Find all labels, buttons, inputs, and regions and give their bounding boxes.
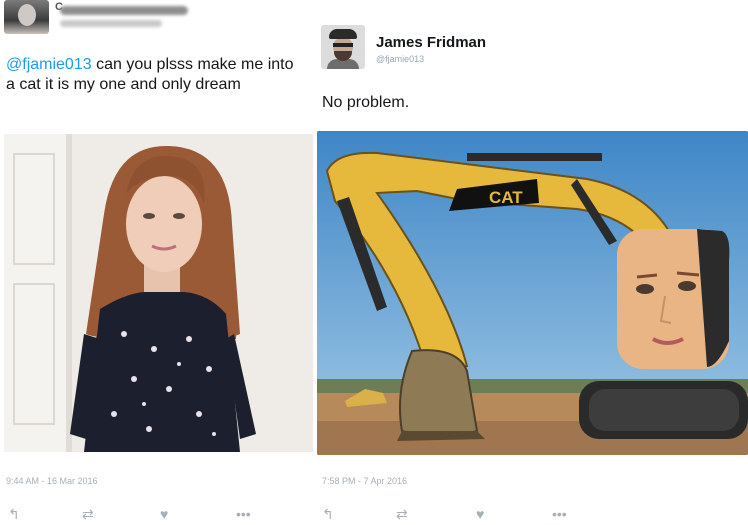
retweet-icon[interactable]: ⇄: [82, 506, 94, 522]
redacted-name: [60, 6, 188, 15]
cat-logo: CAT: [489, 188, 523, 207]
tweet-text: @fjamie013 can you plsss make me into a …: [6, 55, 306, 95]
tweet-photo[interactable]: [4, 134, 313, 452]
tweet-actions: ↰ ⇄ ♥ •••: [0, 506, 316, 522]
woman-photo: [4, 134, 313, 452]
avatar[interactable]: [4, 0, 49, 34]
tweet-text: No problem.: [322, 94, 410, 111]
reply-icon[interactable]: ↰: [8, 506, 20, 522]
tweet-timestamp[interactable]: 9:44 AM - 16 Mar 2016: [6, 476, 98, 486]
excavator-photo: CAT: [317, 131, 748, 455]
user-handle[interactable]: @fjamie013: [376, 54, 424, 64]
reply-icon[interactable]: ↰: [322, 506, 334, 522]
user-name[interactable]: James Fridman: [376, 34, 486, 51]
tweet-photo[interactable]: CAT: [317, 131, 748, 455]
retweet-icon[interactable]: ⇄: [396, 506, 408, 522]
redacted-handle: [60, 20, 162, 27]
tweet-actions: ↰ ⇄ ♥ •••: [316, 506, 748, 522]
more-icon[interactable]: •••: [236, 506, 251, 522]
heart-icon[interactable]: ♥: [160, 506, 168, 522]
more-icon[interactable]: •••: [552, 506, 567, 522]
tweet-timestamp[interactable]: 7:58 PM - 7 Apr 2016: [322, 476, 407, 486]
avatar[interactable]: [321, 25, 365, 69]
original-tweet: C @fjamie013 can you plsss make me into …: [0, 0, 316, 525]
heart-icon[interactable]: ♥: [476, 506, 484, 522]
mention-link[interactable]: @fjamie013: [6, 56, 92, 73]
reply-tweet: James Fridman @fjamie013 No problem. CAT…: [316, 0, 748, 525]
